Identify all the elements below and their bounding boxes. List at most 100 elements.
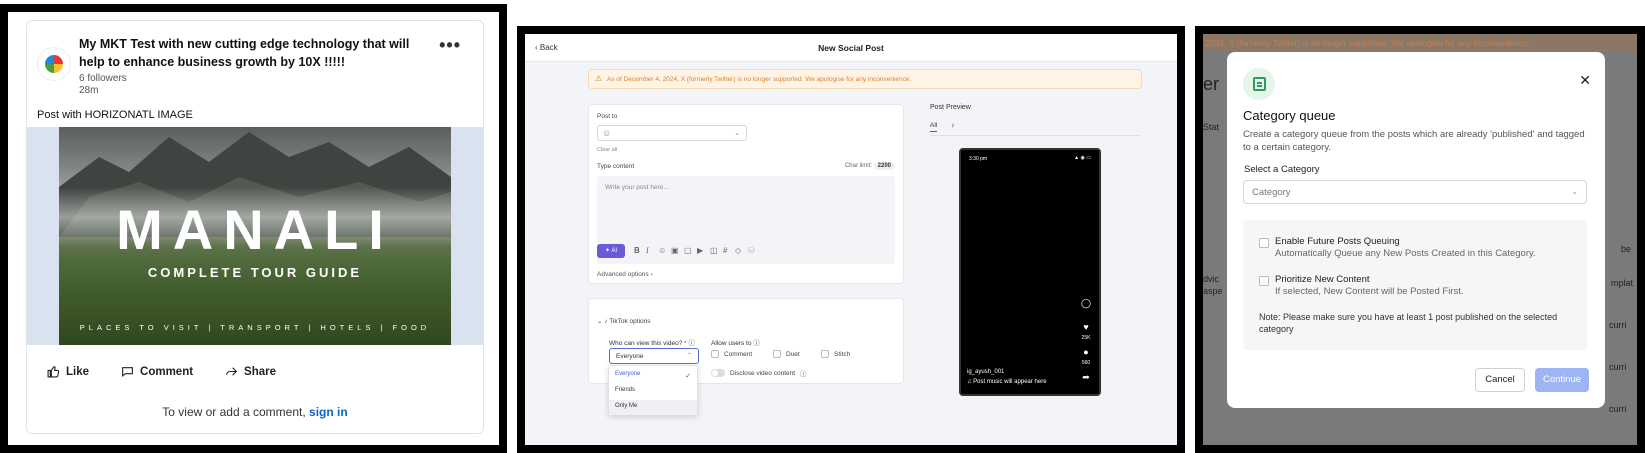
allow-stitch-label: Stitch bbox=[834, 350, 851, 358]
image-title: MANALI bbox=[116, 198, 394, 261]
tiktok-options-label: TikTok options bbox=[609, 318, 651, 325]
comment-prompt: To view or add a comment, sign in bbox=[27, 405, 483, 419]
ai-assist-button[interactable]: ✦ AI bbox=[597, 244, 625, 258]
status-icons: ▲ ◉ ▭ bbox=[1074, 155, 1091, 161]
allow-stitch-checkbox[interactable]: Stitch bbox=[821, 350, 850, 358]
warning-banner: ⚠ As of December 4, 2024, X (formerly Tw… bbox=[588, 69, 1142, 89]
allow-comment-checkbox[interactable]: Comment bbox=[711, 350, 752, 358]
post-form: Post to ☺ ⌄ Clear all Type content Char … bbox=[588, 104, 904, 284]
tiktok-tab-icon[interactable]: ♪ bbox=[951, 122, 954, 132]
checkbox-icon[interactable] bbox=[1259, 276, 1269, 286]
warning-icon: ⚠ bbox=[595, 74, 603, 83]
advanced-options-link[interactable]: Advanced options › bbox=[597, 271, 653, 278]
thumbs-up-icon bbox=[47, 366, 60, 378]
post-author-title[interactable]: My MKT Test with new cutting edge techno… bbox=[79, 35, 429, 71]
clear-all-link[interactable]: Clear all bbox=[597, 147, 617, 153]
list-icon bbox=[1252, 77, 1266, 91]
info-icon[interactable]: ⓘ bbox=[800, 368, 807, 378]
category-select[interactable]: Category ⌄ bbox=[1243, 180, 1587, 204]
post-image-container[interactable]: MANALI COMPLETE TOUR GUIDE PLACES TO VIS… bbox=[27, 127, 483, 345]
more-options-icon[interactable]: ••• bbox=[439, 35, 461, 56]
checkbox-icon[interactable] bbox=[1259, 238, 1269, 248]
hashtag-icon[interactable]: # bbox=[723, 246, 727, 255]
post-content-textarea[interactable]: Write your post here... bbox=[597, 176, 895, 264]
modal-icon-badge bbox=[1243, 68, 1275, 100]
post-caption: Post with HORIZONATL IMAGE bbox=[37, 109, 193, 121]
linkedin-post-panel: My MKT Test with new cutting edge techno… bbox=[0, 4, 507, 453]
bg-fragment: curri bbox=[1609, 320, 1627, 330]
queue-note: Note: Please make sure you have at least… bbox=[1259, 312, 1558, 334]
share-button[interactable]: Share bbox=[225, 365, 276, 378]
tiktok-options-header[interactable]: ⌄ ♪ TikTok options bbox=[597, 317, 651, 325]
profile-icon: ◯ bbox=[1080, 298, 1092, 308]
post-card: My MKT Test with new cutting edge techno… bbox=[26, 20, 484, 434]
post-panel-content: My MKT Test with new cutting edge techno… bbox=[8, 12, 499, 445]
info-icon[interactable]: ⓘ bbox=[689, 340, 696, 347]
info-icon[interactable]: ⓘ bbox=[753, 340, 760, 347]
phone-username: ig_ayush_001 bbox=[967, 369, 1005, 375]
phone-music-text: Post music will appear here bbox=[973, 379, 1047, 385]
follower-count: 6 followers bbox=[79, 73, 127, 84]
char-limit-value: 2200 bbox=[873, 162, 895, 170]
bg-fragment: be bbox=[1621, 244, 1632, 254]
char-limit: Char limit: 2200 bbox=[845, 162, 895, 170]
chevron-down-icon: ⌄ bbox=[1571, 187, 1578, 196]
category-placeholder: Category bbox=[1252, 187, 1291, 198]
close-icon[interactable]: ✕ bbox=[1579, 72, 1591, 89]
visibility-select[interactable]: Everyone ⌃ bbox=[609, 348, 699, 364]
italic-icon[interactable]: I bbox=[646, 246, 649, 255]
bg-fragment: er bbox=[1203, 74, 1220, 94]
image-subtitle: COMPLETE TOUR GUIDE bbox=[147, 265, 363, 280]
bold-icon[interactable]: B bbox=[634, 246, 640, 255]
who-can-view-text: Who can view this video? bbox=[609, 340, 683, 347]
preview-tabs: All ♪ bbox=[930, 122, 954, 132]
post-to-select[interactable]: ☺ ⌄ bbox=[597, 125, 747, 141]
post-image: MANALI COMPLETE TOUR GUIDE PLACES TO VIS… bbox=[59, 127, 451, 345]
logo-icon bbox=[45, 55, 63, 73]
cancel-button[interactable]: Cancel bbox=[1475, 368, 1525, 392]
comment-icon bbox=[122, 367, 133, 377]
allow-duet-checkbox[interactable]: Duet bbox=[773, 350, 800, 358]
post-to-label: Post to bbox=[597, 113, 618, 120]
like-button[interactable]: Like bbox=[47, 365, 89, 378]
media-icon[interactable]: ◫ bbox=[710, 246, 718, 255]
account-avatar-icon: ☺ bbox=[602, 128, 612, 138]
post-time: 28m bbox=[79, 85, 99, 96]
visibility-dropdown: Everyone ✓ Friends Only Me bbox=[608, 365, 698, 415]
check-icon: ✓ bbox=[685, 373, 691, 380]
continue-button[interactable]: Continue bbox=[1535, 368, 1589, 392]
option-friends[interactable]: Friends bbox=[615, 387, 635, 393]
option-title: Enable Future Posts Queuing bbox=[1275, 236, 1400, 247]
allow-duet-label: Duet bbox=[786, 350, 800, 358]
category-queue-modal: ✕ Category queue Create a category queue… bbox=[1227, 52, 1605, 408]
allow-users-text: Allow users to bbox=[711, 340, 752, 347]
image-icon[interactable]: ▣ bbox=[671, 246, 679, 255]
option-only-me[interactable]: Only Me bbox=[615, 403, 637, 409]
top-bar: ‹ Back New Social Post bbox=[525, 34, 1177, 62]
likes-count: 25K bbox=[1081, 335, 1091, 341]
share-label: Share bbox=[244, 365, 277, 378]
phone-time: 3:30 pm bbox=[969, 156, 988, 162]
comment-prompt-text: To view or add a comment, bbox=[162, 405, 306, 419]
emoji-icon[interactable]: ☺ bbox=[658, 246, 666, 255]
post-actions: Like Comment Share bbox=[47, 365, 276, 378]
phone-preview: 3:30 pm ▲ ◉ ▭ ◯ ♥ 25K ● 560 ➦ ig_ayush_0… bbox=[959, 148, 1101, 396]
tag-icon[interactable]: ◇ bbox=[735, 246, 741, 255]
modal-title: Category queue bbox=[1243, 108, 1336, 123]
video-icon[interactable]: ▶ bbox=[697, 246, 703, 255]
bg-fragment: curri bbox=[1609, 404, 1627, 414]
company-logo[interactable] bbox=[37, 47, 71, 81]
disclose-toggle[interactable]: Disclose video content ⓘ bbox=[711, 368, 807, 378]
save-icon[interactable]: ⛁ bbox=[748, 246, 755, 255]
file-icon[interactable]: ▢ bbox=[684, 246, 692, 255]
share-icon: ➦ bbox=[1082, 372, 1090, 382]
sign-in-link[interactable]: sign in bbox=[309, 405, 348, 419]
tab-all[interactable]: All bbox=[930, 122, 938, 132]
ai-label: AI bbox=[611, 248, 618, 254]
heart-icon: ♥ bbox=[1083, 322, 1089, 332]
comment-button[interactable]: Comment bbox=[121, 365, 193, 378]
toggle-switch[interactable] bbox=[711, 369, 725, 377]
option-everyone[interactable]: Everyone bbox=[615, 371, 640, 377]
post-preview-label: Post Preview bbox=[930, 104, 971, 111]
phone-music: ♫ Post music will appear here bbox=[967, 379, 1047, 385]
